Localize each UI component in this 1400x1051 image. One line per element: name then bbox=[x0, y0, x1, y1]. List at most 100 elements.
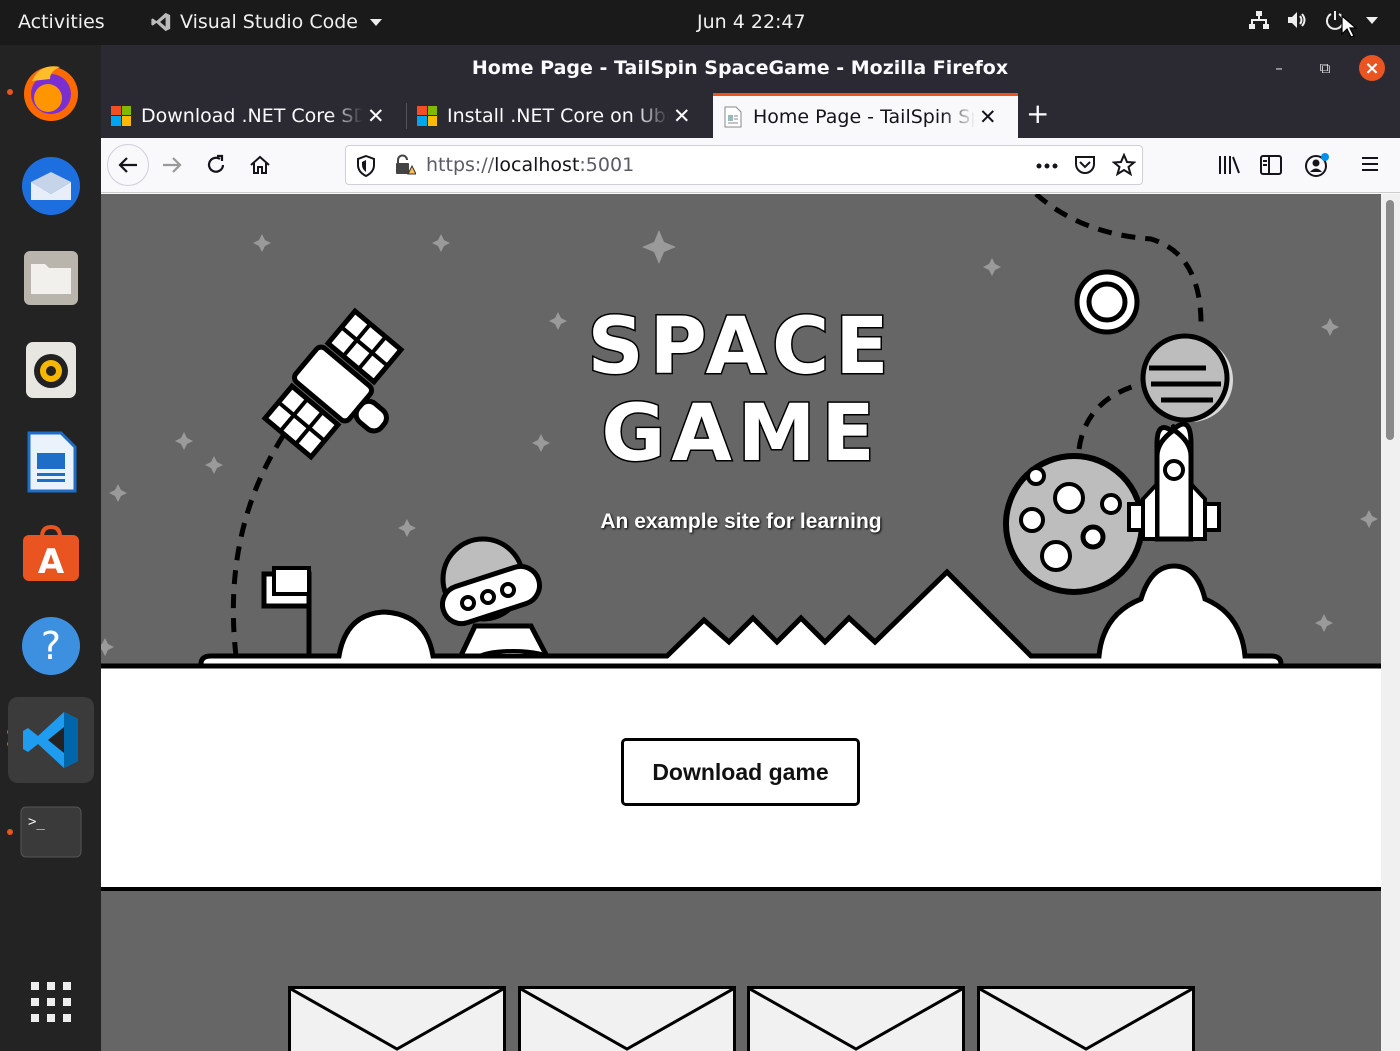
url-text[interactable]: https://localhost:5001 bbox=[426, 154, 634, 176]
chevron-down-icon bbox=[1366, 16, 1378, 24]
hero-section: SPACE GAME An example site for learning bbox=[101, 194, 1381, 669]
microsoft-favicon-icon bbox=[111, 105, 131, 126]
flag-icon bbox=[261, 566, 312, 656]
microsoft-favicon-icon bbox=[417, 105, 437, 126]
arrow-right-icon bbox=[163, 157, 182, 173]
document-icon bbox=[27, 431, 77, 493]
logo-space: SPACE bbox=[586, 301, 895, 394]
minimize-button[interactable]: – bbox=[1266, 55, 1292, 81]
tab-download-net-core-sdk[interactable]: Download .NET Core SDK ✕ bbox=[101, 93, 405, 138]
running-indicator bbox=[7, 829, 13, 835]
close-window-button[interactable]: × bbox=[1359, 55, 1385, 81]
close-tab-icon[interactable]: ✕ bbox=[979, 105, 997, 129]
page-actions-icon[interactable] bbox=[1036, 162, 1058, 170]
screenshot-placeholder[interactable] bbox=[747, 986, 965, 1051]
volume-icon bbox=[1288, 12, 1306, 28]
insecure-lock-icon[interactable] bbox=[394, 154, 416, 176]
dock-terminal[interactable]: >_ bbox=[14, 795, 88, 869]
navigation-toolbar: https://localhost:5001 bbox=[101, 138, 1400, 193]
terminal-icon: >_ bbox=[20, 806, 82, 858]
account-icon[interactable] bbox=[1304, 152, 1330, 178]
window-titlebar[interactable]: Home Page - TailSpin SpaceGame - Mozilla… bbox=[101, 45, 1400, 93]
folder-icon bbox=[24, 251, 78, 305]
vscode-icon bbox=[23, 712, 78, 768]
tab-label: Home Page - TailSpin SpaceGame bbox=[753, 106, 975, 128]
arrow-left-icon bbox=[118, 157, 137, 173]
ufo-icon bbox=[440, 536, 556, 669]
vscode-small-icon bbox=[151, 12, 171, 32]
tab-label: Download .NET Core SDK bbox=[141, 104, 363, 127]
ubuntu-dock: A ? >_ bbox=[0, 45, 101, 1051]
url-port: :5001 bbox=[579, 154, 635, 176]
mouse-cursor-icon bbox=[1341, 14, 1358, 38]
reload-button[interactable] bbox=[195, 144, 237, 186]
svg-text:A: A bbox=[38, 542, 65, 582]
screenshot-placeholder[interactable] bbox=[518, 986, 736, 1051]
app-menu-label: Visual Studio Code bbox=[180, 11, 358, 33]
library-icon[interactable] bbox=[1217, 154, 1241, 176]
tab-strip: Download .NET Core SDK ✕ Install .NET Co… bbox=[101, 93, 1400, 138]
url-host: localhost bbox=[494, 154, 580, 176]
dock-files[interactable] bbox=[14, 241, 88, 315]
new-tab-button[interactable]: + bbox=[1026, 97, 1049, 130]
page-scrollbar[interactable] bbox=[1381, 194, 1400, 1051]
dock-rhythmbox[interactable] bbox=[14, 333, 88, 407]
tab-label: Install .NET Core on Ubuntu bbox=[447, 104, 669, 127]
sidebar-icon[interactable] bbox=[1260, 154, 1282, 176]
screenshot-placeholder[interactable] bbox=[288, 986, 506, 1051]
activities-button[interactable]: Activities bbox=[18, 11, 105, 33]
tracking-protection-shield-icon[interactable] bbox=[356, 155, 376, 177]
app-menu[interactable]: Visual Studio Code bbox=[150, 11, 382, 33]
screenshots-section bbox=[101, 887, 1381, 1051]
chevron-down-icon bbox=[369, 18, 382, 26]
dock-libreoffice-writer[interactable] bbox=[14, 425, 88, 499]
image-placeholder-icon bbox=[520, 987, 734, 1051]
dock-thunderbird[interactable] bbox=[14, 149, 88, 223]
gnome-top-bar: Activities Visual Studio Code Jun 4 22:4… bbox=[0, 0, 1400, 45]
image-placeholder-icon bbox=[749, 987, 963, 1051]
dock-visual-studio-code[interactable] bbox=[8, 697, 94, 783]
url-scheme: https:// bbox=[426, 154, 495, 176]
back-button[interactable] bbox=[107, 144, 149, 186]
close-tab-icon[interactable]: ✕ bbox=[367, 104, 385, 128]
bookmark-star-icon[interactable] bbox=[1112, 153, 1136, 177]
screenshot-placeholder[interactable] bbox=[977, 986, 1195, 1051]
window-title: Home Page - TailSpin SpaceGame - Mozilla… bbox=[471, 57, 1009, 79]
network-icon bbox=[1249, 11, 1269, 29]
dock-firefox[interactable] bbox=[14, 55, 88, 129]
home-button[interactable] bbox=[239, 144, 281, 186]
home-icon bbox=[250, 155, 270, 174]
reload-icon bbox=[207, 154, 225, 173]
firefox-window: Home Page - TailSpin SpaceGame - Mozilla… bbox=[101, 45, 1400, 1051]
show-applications-button[interactable] bbox=[14, 965, 88, 1039]
logo-game: GAME bbox=[600, 388, 881, 481]
image-placeholder-icon bbox=[979, 987, 1193, 1051]
firefox-icon bbox=[24, 66, 78, 121]
forward-button[interactable] bbox=[151, 144, 193, 186]
svg-text:>_: >_ bbox=[28, 814, 45, 830]
maximize-button[interactable]: ⧉ bbox=[1312, 55, 1338, 81]
download-game-button[interactable]: Download game bbox=[621, 738, 860, 806]
pocket-icon[interactable] bbox=[1074, 154, 1096, 176]
running-indicator bbox=[7, 89, 13, 95]
dock-help[interactable]: ? bbox=[14, 609, 88, 683]
system-tray[interactable] bbox=[1248, 9, 1378, 31]
address-bar[interactable]: https://localhost:5001 bbox=[345, 145, 1143, 185]
page-favicon-icon bbox=[724, 106, 742, 128]
hero-tagline: An example site for learning bbox=[600, 510, 882, 533]
speaker-icon bbox=[26, 342, 76, 398]
hamburger-menu-icon[interactable] bbox=[1360, 155, 1380, 173]
scrollbar-thumb[interactable] bbox=[1386, 200, 1394, 440]
tab-install-net-core-ubuntu[interactable]: Install .NET Core on Ubuntu ✕ bbox=[407, 93, 712, 138]
thunderbird-icon bbox=[22, 157, 80, 215]
page-viewport: SPACE GAME An example site for learning … bbox=[101, 194, 1381, 1051]
software-store-icon: A bbox=[23, 524, 79, 582]
clock[interactable]: Jun 4 22:47 bbox=[697, 11, 806, 33]
image-placeholder-icon bbox=[290, 987, 504, 1051]
tab-home-page-tailspin[interactable]: Home Page - TailSpin SpaceGame ✕ bbox=[713, 93, 1018, 138]
app-grid-icon bbox=[31, 982, 71, 1022]
dock-ubuntu-software[interactable]: A bbox=[14, 517, 88, 591]
close-tab-icon[interactable]: ✕ bbox=[673, 104, 691, 128]
help-icon: ? bbox=[22, 617, 80, 675]
svg-text:?: ? bbox=[41, 624, 61, 668]
